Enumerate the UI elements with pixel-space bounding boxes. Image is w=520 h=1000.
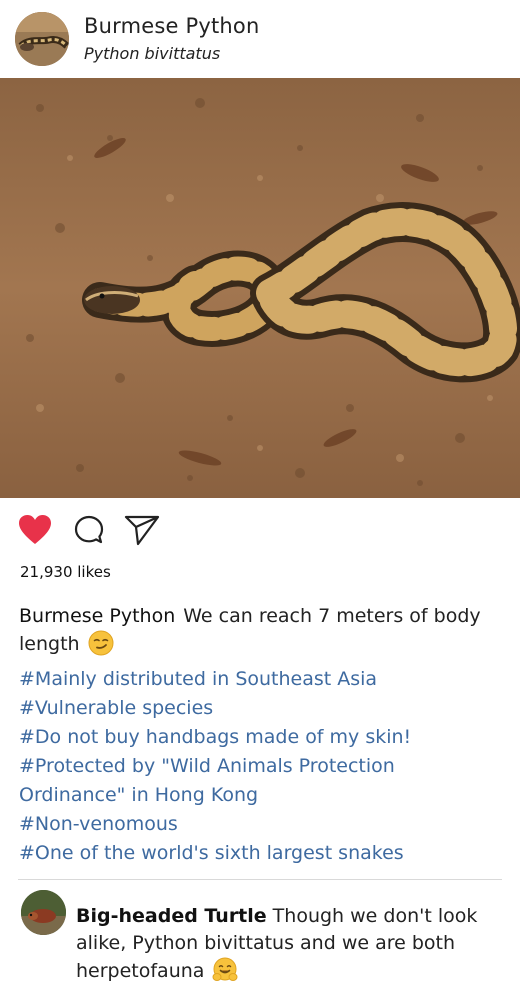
- comment-bubble-icon[interactable]: [73, 514, 105, 550]
- hashtag[interactable]: #Do not buy handbags made of my skin!: [19, 723, 499, 752]
- hashtag[interactable]: #Mainly distributed in Southeast Asia: [19, 665, 499, 694]
- hashtag-continuation[interactable]: Ordinance" in Hong Kong: [19, 781, 499, 810]
- hashtag[interactable]: #One of the world's sixth largest snakes: [19, 839, 499, 868]
- heart-icon[interactable]: [18, 514, 52, 550]
- comment: Big-headed Turtle Though we don't look al…: [76, 903, 496, 985]
- post-header: Burmese Python Python bivittatus: [0, 0, 520, 78]
- commenter-username[interactable]: Big-headed Turtle: [76, 905, 267, 927]
- send-paper-plane-icon[interactable]: [124, 514, 160, 550]
- hashtag[interactable]: #Vulnerable species: [19, 694, 499, 723]
- hashtag[interactable]: #Non-venomous: [19, 810, 499, 839]
- hashtag[interactable]: #Protected by "Wild Animals Protection: [19, 752, 499, 781]
- caption-username[interactable]: Burmese Python: [19, 605, 175, 627]
- smirking-face-icon: [88, 630, 114, 656]
- hugging-face-icon: [212, 957, 238, 983]
- comments-divider: [18, 879, 502, 880]
- hashtag-list: #Mainly distributed in Southeast Asia #V…: [19, 665, 499, 868]
- post-actions: [0, 510, 520, 554]
- post-page: Burmese Python Python bivittatus 21,930 …: [0, 0, 520, 1000]
- account-name[interactable]: Burmese Python: [84, 14, 260, 38]
- account-subtitle: Python bivittatus: [84, 44, 221, 63]
- post-caption: Burmese Python We can reach 7 meters of b…: [19, 602, 489, 658]
- likes-count[interactable]: 21,930 likes: [20, 563, 111, 581]
- commenter-avatar[interactable]: [21, 890, 66, 935]
- account-avatar[interactable]: [15, 12, 69, 66]
- post-photo[interactable]: [0, 78, 520, 498]
